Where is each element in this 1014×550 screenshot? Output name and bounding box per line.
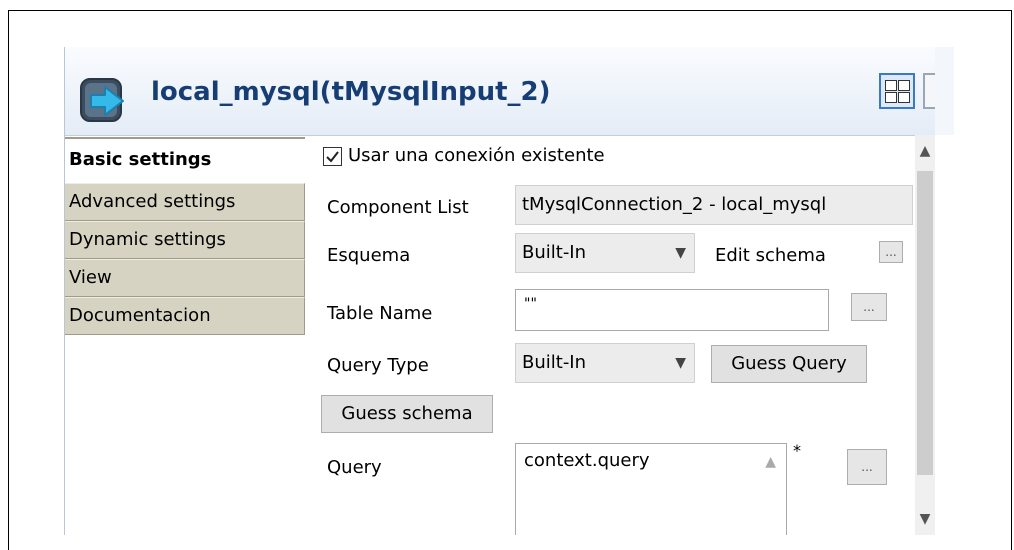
query-label: Query [327,457,382,478]
table-name-label: Table Name [327,303,433,324]
component-title: local_mysql(tMysqlInput_2) [151,77,551,107]
query-value: context.query [524,450,650,471]
use-existing-connection-label: Usar una conexión existente [348,145,605,166]
query-type-select[interactable]: Built-In ▼ [515,343,695,383]
component-settings-panel: local_mysql(tMysqlInput_2) Basic setting… [64,47,954,535]
scroll-down-icon[interactable]: ▼ [915,511,935,527]
query-scroll-up-icon[interactable]: ▲ [765,454,776,470]
tab-documentacion[interactable]: Documentacion [65,297,305,335]
component-list-select[interactable]: tMysqlConnection_2 - local_mysql [515,185,913,225]
query-type-label: Query Type [327,355,429,376]
component-arrow-icon [80,78,124,122]
settings-tabs: Basic settings Advanced settings Dynamic… [65,137,305,535]
edit-schema-button[interactable]: ... [879,241,903,263]
tab-dynamic-settings[interactable]: Dynamic settings [65,221,305,259]
schema-select[interactable]: Built-In ▼ [515,233,695,273]
query-required-marker: * [793,441,801,460]
query-type-value: Built-In [522,352,587,373]
basic-settings-content: Usar una conexión existente Component Li… [305,137,915,535]
schema-value: Built-In [522,242,587,263]
tab-view[interactable]: View [65,259,305,297]
guess-schema-button[interactable]: Guess schema [321,395,493,433]
checkmark-icon [326,151,339,163]
table-name-input[interactable]: "" [515,289,829,331]
vertical-scrollbar[interactable]: ▲ ▼ [915,135,935,535]
title-bar: local_mysql(tMysqlInput_2) [65,47,937,136]
component-list-label: Component List [327,197,469,218]
scrollbar-thumb[interactable] [917,171,933,475]
table-name-browse-button[interactable]: ... [851,293,887,321]
use-existing-connection-checkbox[interactable] [323,147,342,166]
query-textarea[interactable]: context.query ▲ [515,443,787,535]
tab-advanced-settings[interactable]: Advanced settings [65,183,305,221]
chevron-down-icon: ▼ [675,355,686,371]
grid-view-icon[interactable] [879,73,915,109]
scroll-up-icon[interactable]: ▲ [915,143,935,159]
edit-schema-label: Edit schema [715,245,826,266]
title-bar-edge [935,47,954,135]
chevron-down-icon: ▼ [675,245,686,261]
tab-basic-settings[interactable]: Basic settings [65,137,305,181]
schema-label: Esquema [327,245,411,266]
guess-query-button[interactable]: Guess Query [711,345,867,383]
query-editor-button[interactable]: ... [847,449,887,485]
component-list-value: tMysqlConnection_2 - local_mysql [522,194,827,215]
